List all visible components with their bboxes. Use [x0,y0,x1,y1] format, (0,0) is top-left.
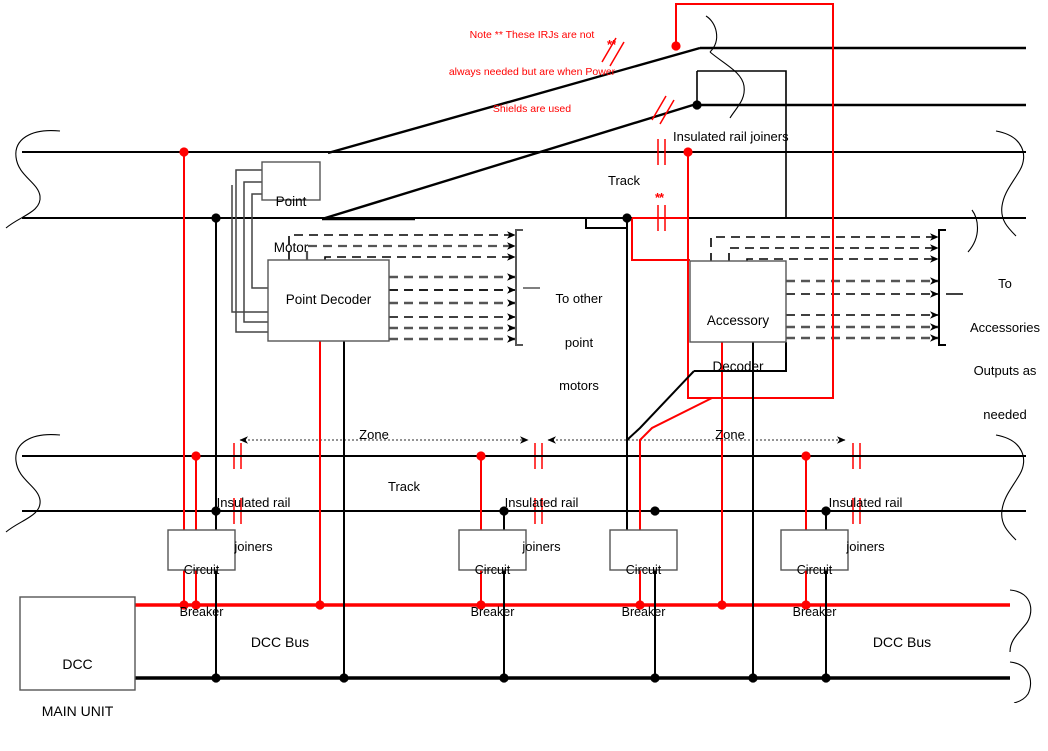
upper-track-right-break-icon [995,130,1025,237]
red-accessory-feed-to-box [631,218,690,261]
to-accessories-line-4: needed [983,407,1027,423]
cb-1-line-2: Breaker [179,605,224,619]
asterisk-marker-top: ** [607,37,616,52]
accessory-decoder-label: Accessory Decoder [690,283,786,404]
junction-dot-black [211,213,221,223]
asterisk-marker-upper-rail: ** [655,190,664,205]
junction-dot-red [179,147,189,157]
junction-dot-red [801,451,811,461]
label-track-upper: Track [608,173,641,188]
junction-dot-black [748,673,758,683]
junction-dot-red [671,41,681,51]
junction-dot-red [683,147,693,157]
cb-4-line-2: Breaker [792,605,837,619]
accessories-break-icon [967,209,979,253]
lower-track-left-break-icon [5,433,61,533]
to-accessories-line-1: To [998,276,1012,292]
dcc-bus-right-break-icon-a [1009,589,1032,653]
dcc-main-unit-label: DCC MAIN UNIT [20,626,135,751]
circuit-breaker-label-4: Circuit Breaker [781,535,848,647]
irj-note-line-1: Note ** These IRJs are not [469,28,595,41]
diverging-upper-break-icon-b [709,51,745,119]
cb-2-line-1: Circuit [474,563,511,577]
junction-dot-black [650,506,660,516]
upper-track-group [5,129,1026,237]
circuit-breaker-label-3: Circuit Breaker [610,535,677,647]
label-zone-right: Zone [715,427,745,442]
cb3-black-in-diagonal [626,370,695,530]
cb-2-line-2: Breaker [470,605,515,619]
cb-1-line-1: Circuit [183,563,220,577]
diverging-upper-break-icon-a [705,15,718,53]
junction-dot-red [191,451,201,461]
irj-note-text: Note ** These IRJs are not always needed… [432,4,632,140]
dcc-main-unit-line-1: DCC [62,656,93,673]
junction-dot-red [717,600,727,610]
irj-2-line-1: Insulated rail [504,495,579,511]
point-decoder-label: Point Decoder [285,292,372,307]
junction-dot-black [821,673,831,683]
to-accessories-line-2: Accessories [969,319,1041,335]
dcc-bus-right-break-icon-b [1009,661,1032,703]
label-dcc-bus-right: DCC Bus [872,634,932,650]
label-to-accessories: To Accessories Outputs as needed [962,248,1048,452]
label-dcc-bus-left: DCC Bus [250,634,310,650]
cb-3-line-2: Breaker [621,605,666,619]
junction-dot-red [315,600,325,610]
circuit-breaker-label-1: Circuit Breaker [168,535,235,647]
junction-dot-black [622,213,632,223]
junction-dot-red [476,451,486,461]
cb-3-line-1: Circuit [625,563,662,577]
point-motor-label-line-1: Point [275,194,307,210]
to-other-point-motors-line-3: motors [559,378,599,394]
circuit-breaker-label-2: Circuit Breaker [459,535,526,647]
accessory-decoder-label-line-2: Decoder [712,358,764,374]
point-motors-bracket [515,229,523,346]
junction-dot-black [499,673,509,683]
irj-1-line-1: Insulated rail [216,495,291,511]
point-motor-label: Point Motor [262,164,320,285]
junction-dot-black [211,673,221,683]
cb-4-line-1: Circuit [796,563,833,577]
irj-note-line-3: Shields are used [492,103,572,115]
to-other-point-motors-line-1: To other [555,291,603,307]
dcc-main-unit-line-2: MAIN UNIT [41,703,114,720]
junction-dot-black [339,673,349,683]
irj-note-line-2: always needed but are when Power [448,65,616,78]
accessories-bracket [938,229,946,346]
upper-track-left-break-icon [5,129,61,229]
label-track-lower: Track [388,479,421,494]
junction-dot-black [650,673,660,683]
to-other-point-motors-line-2: point [564,334,594,350]
dcc-wiring-diagram: Note ** These IRJs are not always needed… [0,0,1048,719]
to-accessories-line-3: Outputs as [973,363,1037,379]
label-to-other-point-motors: To other point motors [541,263,617,423]
accessory-decoder-label-line-1: Accessory [706,313,770,329]
junction-dot-black [692,100,702,110]
black-accessory-upper-link [585,218,627,229]
label-zone-left: Zone [359,427,389,442]
point-motor-label-line-2: Motor [273,239,309,255]
irj-3-line-1: Insulated rail [828,495,903,511]
label-irj-top: Insulated rail joiners [673,129,789,144]
